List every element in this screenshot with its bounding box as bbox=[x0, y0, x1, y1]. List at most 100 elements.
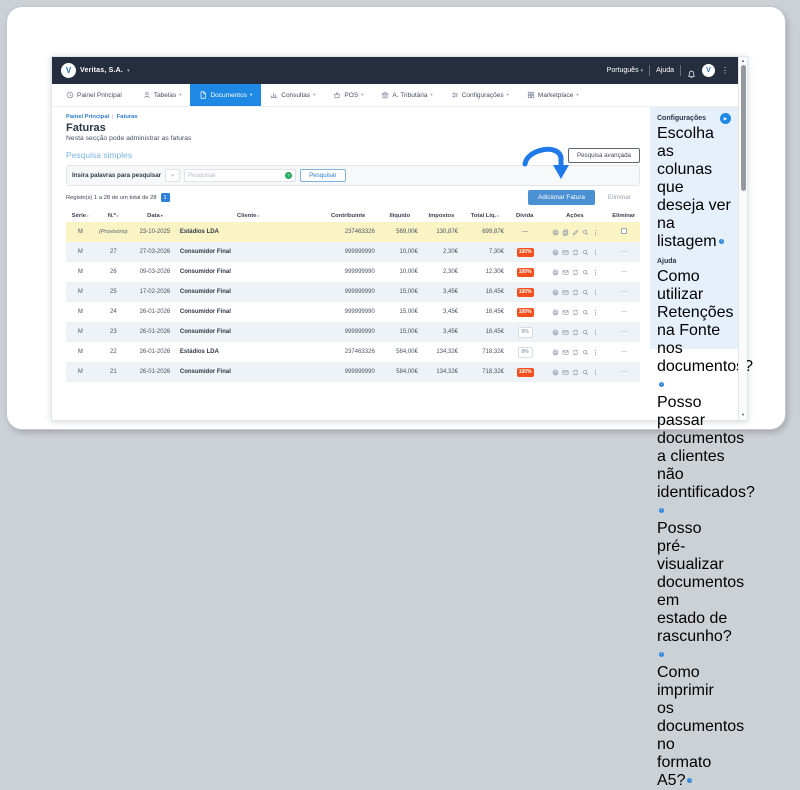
search-icon[interactable] bbox=[582, 289, 589, 296]
mail-icon[interactable] bbox=[562, 289, 569, 296]
invoice-row[interactable]: M (Provisório) 23-10-2025 Estádios LDA 2… bbox=[66, 222, 640, 242]
menu-item[interactable]: Marketplace ▾ bbox=[518, 84, 588, 106]
more-icon[interactable] bbox=[592, 229, 599, 236]
help-link[interactable]: Ajuda bbox=[656, 67, 674, 74]
search-icon[interactable] bbox=[582, 349, 589, 356]
search-button[interactable]: Pesquisar bbox=[300, 169, 346, 182]
column-header[interactable]: Ilíquido bbox=[379, 209, 422, 222]
copy-icon[interactable] bbox=[562, 229, 569, 236]
search-icon[interactable] bbox=[582, 249, 589, 256]
invoice-row[interactable]: M 23 26-01-2026 Consumidor Final 9999999… bbox=[66, 322, 640, 342]
scrollbar-thumb[interactable] bbox=[741, 65, 746, 191]
delete-selected-button[interactable]: Eliminar bbox=[599, 194, 640, 201]
menu-item[interactable]: Configurações ▾ bbox=[442, 84, 518, 106]
menu-item[interactable]: Consultas ▾ bbox=[261, 84, 324, 106]
info-icon[interactable]: i bbox=[687, 778, 692, 783]
add-invoice-button[interactable]: Adicionar Fatura bbox=[528, 190, 595, 205]
mail-icon[interactable] bbox=[562, 269, 569, 276]
pagination-page-1[interactable]: 1 bbox=[161, 193, 170, 202]
invoice-row[interactable]: M 22 26-01-2026 Estádios LDA 237463326 5… bbox=[66, 342, 640, 362]
more-icon[interactable] bbox=[592, 309, 599, 316]
sidebar-item[interactable]: Posso passar documentos a clientes não i… bbox=[657, 394, 731, 520]
column-header[interactable]: Contribuinte bbox=[319, 209, 379, 222]
sync-icon[interactable] bbox=[572, 369, 579, 376]
search-input[interactable] bbox=[188, 172, 283, 179]
scroll-up-arrow-icon[interactable]: ▲ bbox=[739, 58, 747, 63]
info-icon[interactable]: i bbox=[659, 508, 664, 513]
print-icon[interactable] bbox=[552, 249, 559, 256]
user-avatar[interactable]: V bbox=[702, 64, 715, 77]
search-icon[interactable] bbox=[582, 369, 589, 376]
sync-icon[interactable] bbox=[572, 329, 579, 336]
breadcrumb-link[interactable]: Faturas bbox=[117, 114, 138, 120]
sync-icon[interactable] bbox=[572, 349, 579, 356]
print-icon[interactable] bbox=[552, 369, 559, 376]
sidebar-item[interactable]: Escolha as colunas que deseja ver na lis… bbox=[657, 125, 731, 251]
mail-icon[interactable] bbox=[562, 349, 569, 356]
search-field-select[interactable]: ▾ bbox=[165, 169, 180, 182]
search-icon[interactable] bbox=[582, 329, 589, 336]
info-icon[interactable]: i bbox=[719, 239, 724, 244]
column-header[interactable]: N.º▸ bbox=[95, 209, 132, 222]
mail-icon[interactable] bbox=[562, 329, 569, 336]
menu-item[interactable]: A. Tributária ▾ bbox=[372, 84, 441, 106]
window-scrollbar[interactable]: ▲ ▼ bbox=[738, 57, 747, 420]
more-icon[interactable] bbox=[592, 269, 599, 276]
menu-item[interactable]: Documentos ▾ bbox=[190, 84, 261, 106]
column-header[interactable]: Dívida bbox=[508, 209, 542, 222]
print-icon[interactable] bbox=[552, 329, 559, 336]
invoice-row[interactable]: M 26 09-03-2026 Consumidor Final 9999999… bbox=[66, 262, 640, 282]
company-switcher[interactable]: V Veritas, S.A. ▾ bbox=[61, 63, 130, 78]
more-icon[interactable] bbox=[592, 249, 599, 256]
mail-icon[interactable] bbox=[562, 309, 569, 316]
info-icon[interactable]: i bbox=[659, 652, 664, 657]
more-icon[interactable] bbox=[592, 289, 599, 296]
breadcrumb-link[interactable]: Painel Principal bbox=[66, 114, 109, 120]
overflow-menu-icon[interactable]: ⋮ bbox=[721, 67, 729, 75]
more-icon[interactable] bbox=[592, 329, 599, 336]
sync-icon[interactable] bbox=[572, 269, 579, 276]
menu-item[interactable]: POS ▾ bbox=[324, 84, 372, 106]
menu-item[interactable]: Painel Principal bbox=[57, 84, 134, 106]
sync-icon[interactable] bbox=[572, 249, 579, 256]
notifications-bell-icon[interactable] bbox=[687, 66, 696, 75]
video-play-button[interactable]: ▶ bbox=[720, 113, 731, 124]
edit-icon[interactable] bbox=[572, 229, 579, 236]
column-header[interactable]: Data▾ bbox=[132, 209, 178, 222]
invoice-row[interactable]: M 21 26-01-2026 Consumidor Final 9999999… bbox=[66, 362, 640, 382]
more-icon[interactable] bbox=[592, 369, 599, 376]
invoice-row[interactable]: M 27 27-03-2026 Consumidor Final 9999999… bbox=[66, 242, 640, 262]
invoice-row[interactable]: M 24 26-01-2026 Consumidor Final 9999999… bbox=[66, 302, 640, 322]
print-icon[interactable] bbox=[552, 309, 559, 316]
search-icon[interactable] bbox=[582, 309, 589, 316]
mail-icon[interactable] bbox=[562, 369, 569, 376]
sync-icon[interactable] bbox=[572, 309, 579, 316]
column-header[interactable]: Impostos bbox=[422, 209, 462, 222]
column-header[interactable]: Ações bbox=[542, 209, 608, 222]
sidebar-item[interactable]: Ajudai bbox=[657, 258, 731, 265]
sidebar-item[interactable]: Como imprimir os documentos no formato A… bbox=[657, 664, 731, 790]
column-header[interactable]: Série▸ bbox=[66, 209, 95, 222]
search-icon[interactable] bbox=[582, 269, 589, 276]
search-icon[interactable] bbox=[582, 229, 589, 236]
sidebar-item[interactable]: Posso pré-visualizar documentos em estad… bbox=[657, 520, 731, 664]
scroll-down-arrow-icon[interactable]: ▼ bbox=[739, 412, 747, 417]
print-icon[interactable] bbox=[552, 289, 559, 296]
column-header[interactable]: Cliente▸ bbox=[178, 209, 319, 222]
sidebar-item[interactable]: Como utilizar Retenções na Fonte nos doc… bbox=[657, 268, 731, 394]
sync-icon[interactable] bbox=[572, 289, 579, 296]
mail-icon[interactable] bbox=[562, 249, 569, 256]
column-header[interactable]: Eliminar bbox=[608, 209, 640, 222]
print-icon[interactable] bbox=[552, 269, 559, 276]
info-icon[interactable]: i bbox=[659, 382, 664, 387]
column-header[interactable]: Total Liq.▸ bbox=[462, 209, 508, 222]
language-selector[interactable]: Português ▾ bbox=[607, 67, 643, 74]
print-icon[interactable] bbox=[552, 229, 559, 236]
print-icon[interactable] bbox=[552, 349, 559, 356]
invoice-row[interactable]: M 25 17-02-2026 Consumidor Final 9999999… bbox=[66, 282, 640, 302]
delete-checkbox[interactable] bbox=[621, 228, 628, 235]
advanced-search-button[interactable]: Pesquisa avançada bbox=[568, 148, 640, 163]
menu-item[interactable]: Tabelas ▾ bbox=[134, 84, 191, 106]
more-icon[interactable] bbox=[592, 349, 599, 356]
search-help-icon[interactable]: ? bbox=[285, 172, 292, 179]
